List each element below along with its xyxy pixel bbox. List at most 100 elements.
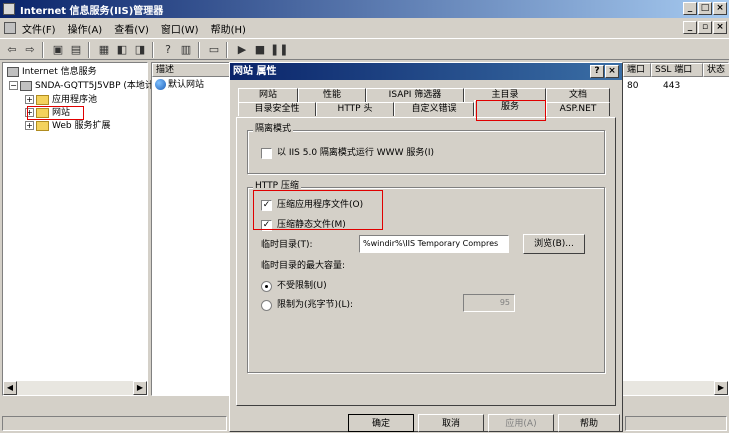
minimize-button[interactable]: _ bbox=[683, 2, 697, 15]
help-icon[interactable]: ? bbox=[160, 42, 176, 58]
folder-icon bbox=[36, 120, 49, 131]
status-cell bbox=[625, 416, 727, 431]
play-icon[interactable]: ▶ bbox=[234, 42, 250, 58]
app-icon bbox=[3, 3, 15, 15]
tab-aspnet[interactable]: ASP.NET bbox=[546, 102, 610, 116]
child-close-button[interactable]: × bbox=[713, 21, 727, 34]
ok-button[interactable]: 确定 bbox=[348, 414, 414, 432]
column-header-port[interactable]: 端口 bbox=[623, 63, 651, 77]
export-icon[interactable]: ◨ bbox=[132, 42, 148, 58]
menu-bar: 文件(F) 操作(A) 查看(V) 窗口(W) 帮助(H) _ ▫ × bbox=[0, 18, 729, 38]
pause-icon[interactable]: ❚❚ bbox=[270, 42, 288, 58]
expand-icon[interactable]: + bbox=[25, 95, 34, 104]
limit-value-input[interactable]: 95 bbox=[463, 294, 515, 312]
scroll-left-icon[interactable]: ◀ bbox=[3, 381, 17, 395]
site-list-panel: 描述 默认网站 bbox=[151, 62, 232, 396]
menu-help[interactable]: 帮助(H) bbox=[211, 21, 246, 36]
tree-root-label: Internet 信息服务 bbox=[22, 67, 97, 77]
console-icon[interactable]: ▥ bbox=[178, 42, 194, 58]
tree-web-ext-label: Web 服务扩展 bbox=[52, 121, 111, 131]
dialog-title: 网站 属性 bbox=[230, 63, 622, 80]
limit-label[interactable]: 限制为(兆字节)(L): bbox=[277, 299, 353, 311]
child-minimize-button[interactable]: _ bbox=[683, 21, 697, 34]
highlight-box-compression bbox=[253, 190, 383, 230]
iis-icon bbox=[7, 66, 19, 77]
tree-app-pools[interactable]: + 应用程序池 bbox=[25, 94, 97, 106]
stop-icon[interactable]: ■ bbox=[252, 42, 268, 58]
apply-button[interactable]: 应用(A) bbox=[488, 414, 554, 432]
temp-dir-input[interactable]: %windir%\IIS Temporary Compres bbox=[359, 235, 509, 253]
scroll-right-icon[interactable]: ▶ bbox=[133, 381, 147, 395]
toolbar-separator bbox=[42, 42, 44, 58]
max-size-label: 临时目录的最大容量: bbox=[261, 261, 346, 271]
back-arrow-icon[interactable]: ⇦ bbox=[4, 42, 20, 58]
isolation-mode-label: 隔离模式 bbox=[253, 124, 294, 135]
column-header-description[interactable]: 描述 bbox=[152, 63, 232, 77]
dialog-close-button[interactable]: × bbox=[605, 65, 619, 78]
title-bar: Internet 信息服务(IIS)管理器 _ □ × bbox=[0, 0, 729, 18]
browse-button[interactable]: 浏览(B)... bbox=[523, 234, 585, 254]
maximize-button[interactable]: □ bbox=[698, 2, 712, 15]
tree-root[interactable]: Internet 信息服务 bbox=[7, 66, 97, 78]
list-item-default-site[interactable]: 默认网站 bbox=[155, 79, 204, 91]
cell-ssl-port: 443 bbox=[663, 81, 681, 91]
tab-website[interactable]: 网站 bbox=[238, 88, 298, 102]
menu-view[interactable]: 查看(V) bbox=[114, 21, 149, 36]
tree-app-pools-label: 应用程序池 bbox=[52, 95, 98, 105]
expand-icon[interactable]: + bbox=[25, 121, 34, 130]
cancel-button[interactable]: 取消 bbox=[418, 414, 484, 432]
toolbar-separator bbox=[226, 42, 228, 58]
refresh-icon[interactable]: ◧ bbox=[114, 42, 130, 58]
iis5-isolation-checkbox[interactable] bbox=[261, 148, 272, 159]
status-cell bbox=[2, 416, 227, 431]
site-properties-dialog: 网站 属性 ? × 网站 性能 ISAPI 筛选器 主目录 文档 目录安全性 H… bbox=[229, 62, 623, 432]
globe-icon bbox=[155, 79, 166, 90]
tab-http-headers[interactable]: HTTP 头 bbox=[316, 102, 394, 116]
menu-action[interactable]: 操作(A) bbox=[68, 21, 103, 36]
tab-documents[interactable]: 文档 bbox=[546, 88, 610, 102]
unlimited-label[interactable]: 不受限制(U) bbox=[277, 280, 327, 292]
tab-isapi-filters[interactable]: ISAPI 筛选器 bbox=[366, 88, 464, 102]
menu-file[interactable]: 文件(F) bbox=[22, 21, 56, 36]
dialog-help-button[interactable]: ? bbox=[590, 65, 604, 78]
tree-server-label: SNDA-GQTT5J5VBP (本地计 bbox=[35, 81, 154, 91]
tree-web-ext[interactable]: + Web 服务扩展 bbox=[25, 120, 110, 132]
tree-hscrollbar[interactable]: ◀ ▶ bbox=[3, 381, 147, 395]
properties-icon[interactable]: ▦ bbox=[96, 42, 112, 58]
highlight-box-service-tab bbox=[476, 100, 546, 121]
menu-window[interactable]: 窗口(W) bbox=[161, 21, 199, 36]
tab-directory-security[interactable]: 目录安全性 bbox=[238, 102, 316, 116]
up-folder-icon[interactable]: ▣ bbox=[50, 42, 66, 58]
scroll-right-icon[interactable]: ▶ bbox=[714, 381, 728, 395]
iis5-isolation-label[interactable]: 以 IIS 5.0 隔离模式运行 WWW 服务(I) bbox=[277, 147, 434, 159]
right-list-panel: 端口 SSL 端口 状态 80 443 ▶ bbox=[622, 62, 729, 396]
folder-icon bbox=[36, 94, 49, 105]
limit-radio[interactable] bbox=[261, 300, 272, 311]
forward-arrow-icon[interactable]: ⇨ bbox=[22, 42, 38, 58]
list-item-label: 默认网站 bbox=[168, 80, 205, 90]
collapse-icon[interactable]: − bbox=[9, 81, 18, 90]
unlimited-radio[interactable] bbox=[261, 281, 272, 292]
child-restore-button[interactable]: ▫ bbox=[698, 21, 712, 34]
temp-dir-label: 临时目录(T): bbox=[261, 240, 313, 250]
computer-icon[interactable]: ▭ bbox=[206, 42, 222, 58]
highlight-box-websites bbox=[27, 106, 84, 120]
toolbar: ⇦ ⇨ ▣ ▤ ▦ ◧ ◨ ? ▥ ▭ ▶ ■ ❚❚ bbox=[0, 38, 729, 60]
close-button[interactable]: × bbox=[713, 2, 727, 15]
column-header-status[interactable]: 状态 bbox=[703, 63, 729, 77]
mmc-icon bbox=[4, 22, 16, 34]
toolbar-separator bbox=[198, 42, 200, 58]
tab-custom-errors[interactable]: 自定义错误 bbox=[394, 102, 474, 116]
tree-server[interactable]: − SNDA-GQTT5J5VBP (本地计 bbox=[9, 80, 154, 92]
server-icon bbox=[20, 80, 32, 91]
right-hscrollbar[interactable]: ▶ bbox=[623, 381, 728, 395]
help-button[interactable]: 帮助 bbox=[558, 414, 620, 432]
tab-performance[interactable]: 性能 bbox=[298, 88, 366, 102]
column-header-ssl-port[interactable]: SSL 端口 bbox=[651, 63, 703, 77]
cell-port: 80 bbox=[627, 81, 639, 91]
show-tree-icon[interactable]: ▤ bbox=[68, 42, 84, 58]
tree-panel: Internet 信息服务 − SNDA-GQTT5J5VBP (本地计 + 应用程… bbox=[2, 62, 154, 396]
toolbar-separator bbox=[152, 42, 154, 58]
service-tab-page: 隔离模式 以 IIS 5.0 隔离模式运行 WWW 服务(I) HTTP 压缩 … bbox=[236, 117, 616, 406]
toolbar-separator bbox=[88, 42, 90, 58]
